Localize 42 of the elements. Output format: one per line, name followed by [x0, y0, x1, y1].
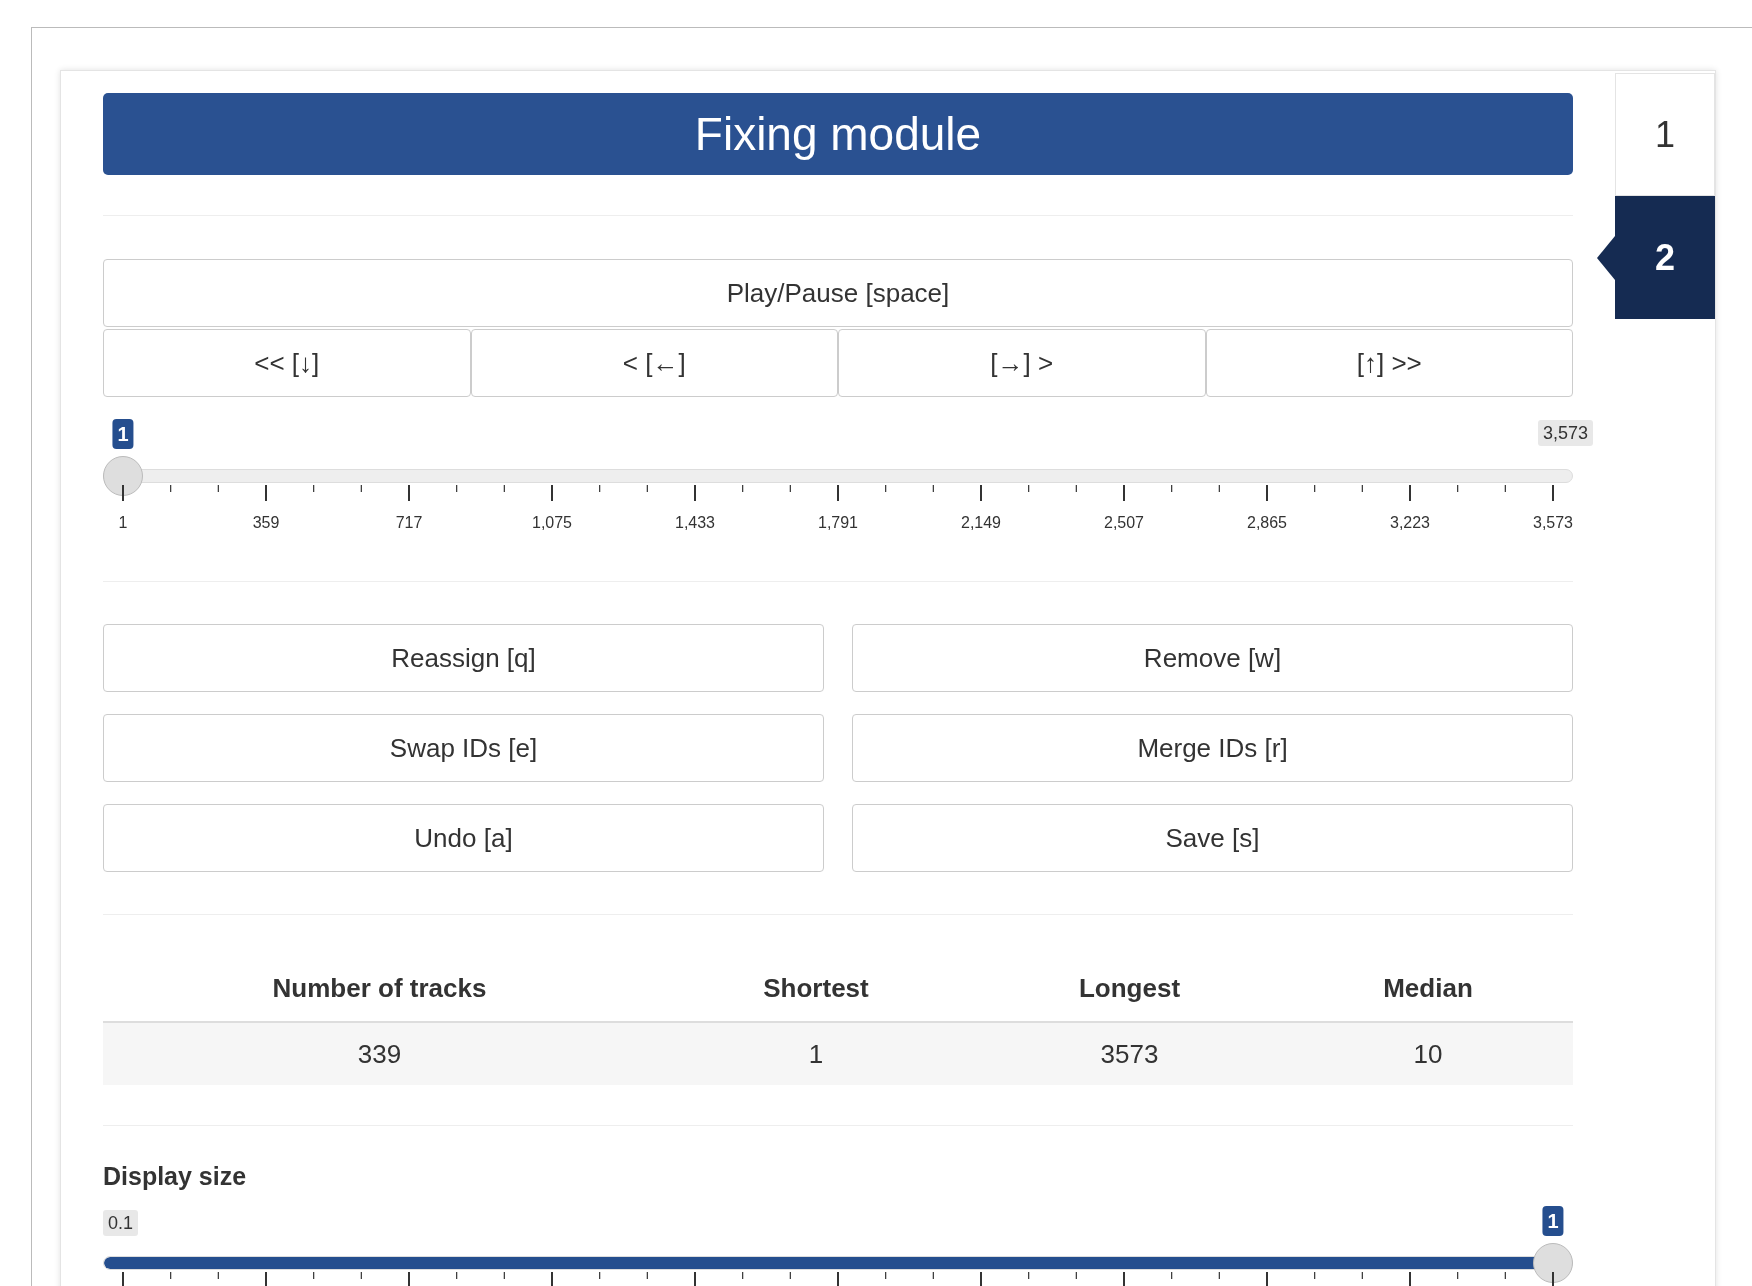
slider-thumb[interactable]: [1533, 1242, 1573, 1283]
column-header: Shortest: [763, 972, 869, 1003]
slider-thumb[interactable]: [103, 456, 143, 496]
tick-label: 1: [118, 513, 128, 533]
action-button[interactable]: Reassign [q]: [103, 624, 824, 692]
tick-label: 1,433: [675, 513, 715, 533]
table-cell: 3573: [1100, 1038, 1159, 1069]
action-button[interactable]: Merge IDs [r]: [852, 714, 1573, 782]
column-header: Number of tracks: [272, 972, 487, 1003]
action-button[interactable]: << [↓]: [103, 329, 471, 397]
action-button[interactable]: Undo [a]: [103, 804, 824, 872]
tick-label: 717: [395, 513, 423, 533]
tick-label: 359: [252, 513, 280, 533]
action-button[interactable]: Save [s]: [852, 804, 1573, 872]
action-button[interactable]: [↑] >>: [1205, 329, 1573, 397]
column-header: Longest: [1078, 972, 1181, 1003]
max-badge: 3,573: [1537, 420, 1593, 446]
value-badge: 1: [112, 419, 134, 449]
tick-label: 2,507: [1104, 513, 1144, 533]
column-header: Median: [1383, 972, 1473, 1003]
action-button[interactable]: [→] >: [838, 329, 1206, 397]
table-cell: 10: [1413, 1038, 1443, 1069]
tab[interactable]: 1: [1615, 73, 1715, 196]
tab-pointer-icon: [1597, 235, 1615, 280]
display-size-label: Display size: [103, 1161, 248, 1192]
frame-slider[interactable]: [103, 456, 1573, 496]
table-cell: 339: [357, 1038, 402, 1069]
tick-label: 1,791: [818, 513, 858, 533]
min-badge: 0.1: [103, 1209, 139, 1236]
tick-label: 2,149: [961, 513, 1001, 533]
tick-label: 3,223: [1390, 513, 1430, 533]
tick-label: 1,075: [532, 513, 572, 533]
tick-label: 2,865: [1247, 513, 1287, 533]
action-button[interactable]: Play/Pause [space]: [103, 259, 1573, 327]
action-button[interactable]: Remove [w]: [852, 624, 1573, 692]
display-size-slider[interactable]: [103, 1242, 1573, 1283]
tick-label: 3,573: [1533, 513, 1573, 533]
table-cell: 1: [808, 1038, 824, 1069]
header-title: Fixing module: [694, 106, 982, 162]
action-button[interactable]: < [←]: [470, 329, 838, 397]
action-button[interactable]: Swap IDs [e]: [103, 714, 824, 782]
value-badge: 1: [1542, 1205, 1564, 1236]
